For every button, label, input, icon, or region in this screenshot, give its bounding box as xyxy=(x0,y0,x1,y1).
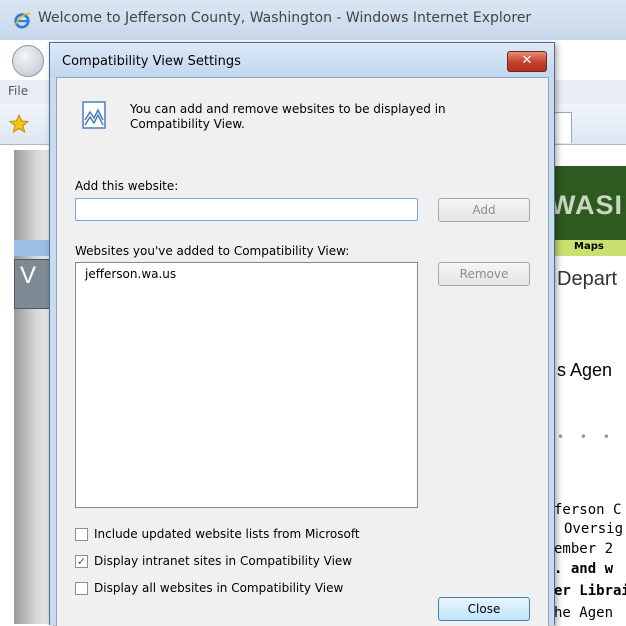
checkbox-box[interactable] xyxy=(75,528,88,541)
favorites-star-icon[interactable] xyxy=(9,114,29,134)
menu-item-file[interactable]: File xyxy=(8,84,28,98)
page-text-line: he Agen xyxy=(554,605,614,621)
browser-titlebar: Welcome to Jefferson County, Washington … xyxy=(0,0,626,40)
remove-button[interactable]: Remove xyxy=(438,262,530,286)
checkbox-box-checked[interactable]: ✓ xyxy=(75,555,88,568)
page-text-line: ferson C xyxy=(554,502,622,518)
banner-text: WASI xyxy=(550,190,624,220)
dialog-description: You can add and remove websites to be di… xyxy=(130,102,446,131)
add-button[interactable]: Add xyxy=(438,198,530,222)
page-text-line[interactable]: er Librai xyxy=(554,583,626,599)
checkbox-box[interactable] xyxy=(75,582,88,595)
compatibility-view-dialog: Compatibility View Settings ✕ You can ad… xyxy=(49,42,555,626)
dialog-close-x-button[interactable]: ✕ xyxy=(507,51,547,72)
checkbox-label: Display intranet sites in Compatibility … xyxy=(94,554,353,568)
page-text-line[interactable]: . and w xyxy=(554,561,613,577)
add-website-label: Add this website: xyxy=(75,179,179,193)
compatibility-view-icon xyxy=(82,101,106,129)
dialog-title: Compatibility View Settings xyxy=(62,54,241,69)
browser-window-title: Welcome to Jefferson County, Washington … xyxy=(38,10,532,26)
page-blue-strip xyxy=(14,240,54,256)
page-text-line: Oversig xyxy=(564,521,624,537)
maps-link[interactable]: Maps xyxy=(574,241,604,252)
department-heading: Depart xyxy=(557,268,618,290)
internet-explorer-logo-icon xyxy=(14,12,31,29)
added-websites-list[interactable]: jefferson.wa.us xyxy=(75,262,418,508)
close-button[interactable]: Close xyxy=(438,597,530,621)
page-dots: • • • • xyxy=(557,430,626,444)
page-left-decoration xyxy=(14,150,52,624)
dialog-body: You can add and remove websites to be di… xyxy=(56,77,549,626)
agenda-heading: s Agen xyxy=(557,360,613,380)
dialog-titlebar[interactable]: Compatibility View Settings ✕ xyxy=(50,43,554,77)
left-tab-letter: V xyxy=(20,262,37,289)
page-text-line: ember 2 xyxy=(554,541,614,557)
add-website-input[interactable] xyxy=(75,198,418,221)
added-websites-label: Websites you've added to Compatibility V… xyxy=(75,244,350,258)
checkbox-label: Include updated website lists from Micro… xyxy=(94,527,360,541)
back-button[interactable] xyxy=(12,45,44,77)
list-item[interactable]: jefferson.wa.us xyxy=(85,267,176,281)
checkbox-label: Display all websites in Compatibility Vi… xyxy=(94,581,344,595)
